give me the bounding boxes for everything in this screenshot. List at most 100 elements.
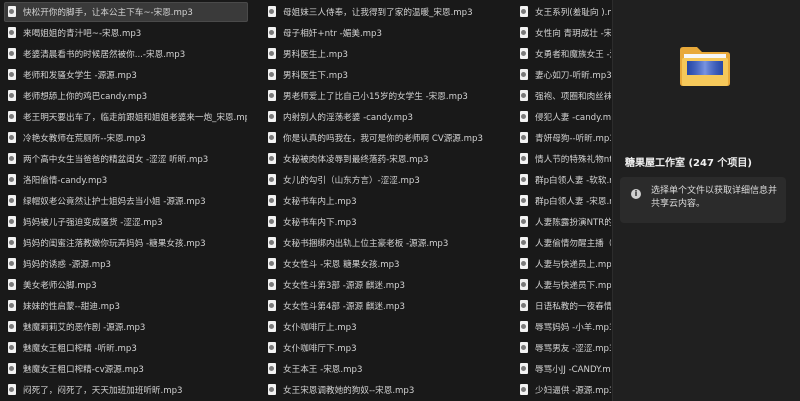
file-item[interactable]: 内射别人的淫荡老婆 -candy.mp3 bbox=[264, 107, 508, 127]
info-icon: i bbox=[631, 189, 641, 199]
file-item[interactable]: 女秘书捆绑内出轨上位主豪老板 -源源.mp3 bbox=[264, 233, 508, 253]
audio-file-icon bbox=[519, 321, 529, 333]
file-name: 群p白领人妻 -宋恩.mp3 bbox=[535, 197, 611, 207]
file-item[interactable]: 少妇逼供 -源源.mp3 bbox=[516, 380, 612, 400]
file-item[interactable]: 女儿的勾引（山东方言）-涩涩.mp3 bbox=[264, 170, 508, 190]
file-item[interactable]: 人妻偷情勿醒主播（ntr）.mp3 bbox=[516, 233, 612, 253]
file-item[interactable]: 老王明天要出车了，临走前跟姐和姐姐老婆来一炮_宋恩.mp3 bbox=[4, 107, 248, 127]
file-item[interactable]: 母子相奸+ntr -媚美.mp3 bbox=[264, 23, 508, 43]
audio-file-icon bbox=[267, 321, 277, 333]
file-item[interactable]: 女仆咖啡厅下.mp3 bbox=[264, 338, 508, 358]
file-item[interactable]: 你是认真的吗我在，我可是你的老师啊 CV源源.mp3 bbox=[264, 128, 508, 148]
audio-file-icon bbox=[7, 279, 17, 291]
file-name: 妻心如刀-听昕.mp3 bbox=[535, 71, 611, 81]
file-item[interactable]: 群p白领人妻 -软软.mp3 bbox=[516, 170, 612, 190]
file-item[interactable]: 妈妈的闺蜜注落教嫩你玩弄妈妈 -糖果女孩.mp3 bbox=[4, 233, 248, 253]
file-item[interactable]: 老师和发骚女学生 -源源.mp3 bbox=[4, 65, 248, 85]
file-name: 内射别人的淫荡老婆 -candy.mp3 bbox=[283, 113, 413, 123]
file-item[interactable]: 老婆清晨看书的时候居然被你...-宋恩.mp3 bbox=[4, 44, 248, 64]
file-item[interactable]: 情人节的特殊礼物ntr -昕.mp3 bbox=[516, 149, 612, 169]
file-name: 妈妈被儿子强迫变成骚货 -涩涩.mp3 bbox=[23, 218, 163, 228]
file-item[interactable]: 妻心如刀-听昕.mp3 bbox=[516, 65, 612, 85]
file-item[interactable]: 魅魔女王粗口榨精-cv源源.mp3 bbox=[4, 359, 248, 379]
file-item[interactable]: 美女老师公脚.mp3 bbox=[4, 275, 248, 295]
audio-file-icon bbox=[267, 174, 277, 186]
file-item[interactable]: 母姐妹三人侍奉，让我得到了家的温暖_宋恩.mp3 bbox=[264, 2, 508, 22]
file-item[interactable]: 冷艳女教师在荒厕所--宋恩.mp3 bbox=[4, 128, 248, 148]
file-item[interactable]: 女女性斗第3部 -源源 麒迷.mp3 bbox=[264, 275, 508, 295]
audio-file-icon bbox=[267, 384, 277, 396]
file-name: 闷死了，闷死了，天天加班加班听昕.mp3 bbox=[23, 386, 183, 396]
file-item[interactable]: 人妻陈露扮演NTR的戏码.mp3 bbox=[516, 212, 612, 232]
file-name: 妹妹的性启蒙--甜迪.mp3 bbox=[23, 302, 120, 312]
audio-file-icon bbox=[267, 90, 277, 102]
file-item[interactable]: 女王本王 -宋恩.mp3 bbox=[264, 359, 508, 379]
file-list-view[interactable]: 快松开你的脚手，让本公主下车~-宋恩.mp3 来喝姐姐的青汁吧~-宋恩.mp3 老婆… bbox=[0, 0, 612, 401]
file-item[interactable]: 魅魔女王粗口榨精 -听昕.mp3 bbox=[4, 338, 248, 358]
file-item[interactable]: 快松开你的脚手，让本公主下车~-宋恩.mp3 bbox=[4, 2, 248, 22]
file-item[interactable]: 女勇者和魔族女王 -源源.mp3 bbox=[516, 44, 612, 64]
file-name: 老师想舔上你的鸡巴candy.mp3 bbox=[23, 92, 148, 102]
audio-file-icon bbox=[519, 258, 529, 270]
file-name: 女王本王 -宋恩.mp3 bbox=[283, 365, 363, 375]
file-item[interactable]: 男科医生下.mp3 bbox=[264, 65, 508, 85]
file-item[interactable]: 日语私教的一夜春情 -小雨.mp3 bbox=[516, 296, 612, 316]
file-name: 妈妈的诱惑 -源源.mp3 bbox=[23, 260, 112, 270]
file-item[interactable]: 妈妈的诱惑 -源源.mp3 bbox=[4, 254, 248, 274]
file-column-2: 母姐妹三人侍奉，让我得到了家的温暖_宋恩.mp3 母子相奸+ntr -媚美.mp3… bbox=[264, 2, 508, 401]
file-item[interactable]: 来喝姐姐的青汁吧~-宋恩.mp3 bbox=[4, 23, 248, 43]
file-item[interactable]: 妹妹的性启蒙--甜迪.mp3 bbox=[4, 296, 248, 316]
file-item[interactable]: 女王系列(羞耻向 ).mp3 bbox=[516, 2, 612, 22]
file-name: 强袍、项圈和肉丝袜被寂灭.mp3 bbox=[535, 92, 611, 102]
file-item[interactable]: 魅魔莉莉艾的恶作剧 -源源.mp3 bbox=[4, 317, 248, 337]
audio-file-icon bbox=[519, 48, 529, 60]
file-item[interactable]: 辱骂小JJ -CANDY.mp3 bbox=[516, 359, 612, 379]
file-name: 快松开你的脚手，让本公主下车~-宋恩.mp3 bbox=[23, 8, 193, 18]
file-item[interactable]: 男老师爱上了比自己小15岁的女学生 -宋恩.mp3 bbox=[264, 86, 508, 106]
audio-file-icon bbox=[267, 258, 277, 270]
file-item[interactable]: 妈妈被儿子强迫变成骚货 -涩涩.mp3 bbox=[4, 212, 248, 232]
audio-file-icon bbox=[267, 300, 277, 312]
file-name: 美女老师公脚.mp3 bbox=[23, 281, 97, 291]
file-item[interactable]: 女仆咖啡厅上.mp3 bbox=[264, 317, 508, 337]
file-name: 情人节的特殊礼物ntr -昕.mp3 bbox=[535, 155, 611, 165]
audio-file-icon bbox=[519, 216, 529, 228]
file-item[interactable]: 闷死了，闷死了，天天加班加班听昕.mp3 bbox=[4, 380, 248, 400]
audio-file-icon bbox=[519, 111, 529, 123]
file-item[interactable]: 女性向 青玥成壮 -宋恩.mp3 bbox=[516, 23, 612, 43]
audio-file-icon bbox=[7, 174, 17, 186]
file-item[interactable]: 女女性斗 -宋恩 糖果女孩.mp3 bbox=[264, 254, 508, 274]
file-name: 魅魔女王粗口榨精 -听昕.mp3 bbox=[23, 344, 137, 354]
audio-file-icon bbox=[519, 27, 529, 39]
file-item[interactable]: 女秘书车内上.mp3 bbox=[264, 191, 508, 211]
file-name: 男老师爱上了比自己小15岁的女学生 -宋恩.mp3 bbox=[283, 92, 468, 102]
file-name: 女秘书车内下.mp3 bbox=[283, 218, 357, 228]
file-name: 你是认真的吗我在，我可是你的老师啊 CV源源.mp3 bbox=[283, 134, 483, 144]
file-item[interactable]: 女秘书车内下.mp3 bbox=[264, 212, 508, 232]
info-message-text: 选择单个文件以获取详细信息并共享云内容。 bbox=[651, 186, 778, 209]
file-item[interactable]: 青妍母狗--听昕.mp3 bbox=[516, 128, 612, 148]
audio-file-icon bbox=[267, 132, 277, 144]
audio-file-icon bbox=[267, 216, 277, 228]
file-item[interactable]: 人妻与快递员下.mp3 bbox=[516, 275, 612, 295]
audio-file-icon bbox=[7, 300, 17, 312]
file-item[interactable]: 男科医生上.mp3 bbox=[264, 44, 508, 64]
audio-file-icon bbox=[519, 237, 529, 249]
audio-file-icon bbox=[519, 132, 529, 144]
audio-file-icon bbox=[519, 384, 529, 396]
file-item[interactable]: 女秘被肉体凌辱到最终落药-宋恩.mp3 bbox=[264, 149, 508, 169]
file-item[interactable]: 群p白领人妻 -宋恩.mp3 bbox=[516, 191, 612, 211]
file-item[interactable]: 两个高中女生当爸爸的精盆闺女 -涩涩 听昕.mp3 bbox=[4, 149, 248, 169]
file-item[interactable]: 辱骂男友 -涩涩.mp3 bbox=[516, 338, 612, 358]
file-item[interactable]: 辱骂妈妈 -小羊.mp3 bbox=[516, 317, 612, 337]
file-item[interactable]: 女王宋恩调教她的狗奴--宋恩.mp3 bbox=[264, 380, 508, 400]
audio-file-icon bbox=[519, 300, 529, 312]
file-item[interactable]: 侵犯人妻 -candy.mp3 bbox=[516, 107, 612, 127]
file-item[interactable]: 女女性斗第4部 -源源 麒迷.mp3 bbox=[264, 296, 508, 316]
file-item[interactable]: 绿帽奴老公竟然让护士姐妈去当小姐 -源源.mp3 bbox=[4, 191, 248, 211]
file-item[interactable]: 老师想舔上你的鸡巴candy.mp3 bbox=[4, 86, 248, 106]
file-item[interactable]: 强袍、项圈和肉丝袜被寂灭.mp3 bbox=[516, 86, 612, 106]
file-item[interactable]: 洛阳偷情-candy.mp3 bbox=[4, 170, 248, 190]
file-name: 男科医生下.mp3 bbox=[283, 71, 348, 81]
file-item[interactable]: 人妻与快递员上.mp3 bbox=[516, 254, 612, 274]
